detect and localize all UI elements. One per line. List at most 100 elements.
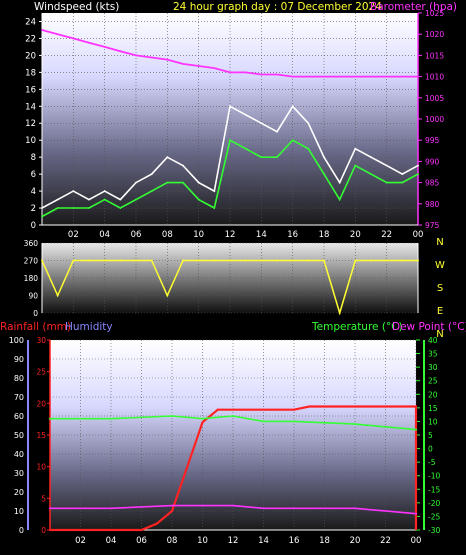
data-point bbox=[166, 58, 169, 61]
data-point bbox=[401, 259, 404, 262]
data-point bbox=[201, 417, 204, 420]
data-point bbox=[354, 75, 357, 78]
data-point bbox=[135, 259, 137, 262]
data-point bbox=[49, 529, 51, 531]
data-point bbox=[216, 408, 219, 411]
rain-tick-label: 25 bbox=[36, 368, 46, 377]
data-point bbox=[88, 198, 90, 201]
data-point bbox=[110, 417, 112, 420]
data-point bbox=[291, 139, 294, 142]
data-point bbox=[182, 259, 184, 262]
data-point bbox=[56, 294, 59, 297]
direction-tick-label: 360 bbox=[24, 239, 39, 248]
data-point bbox=[150, 190, 153, 192]
data-point bbox=[338, 312, 341, 314]
data-point bbox=[56, 33, 59, 36]
humidity-tick-label: 80 bbox=[14, 374, 24, 383]
data-point bbox=[385, 164, 388, 167]
data-point bbox=[338, 181, 341, 184]
data-point bbox=[197, 198, 200, 201]
y-tick-label-left: 8 bbox=[31, 153, 36, 163]
temp-tick-label: -25 bbox=[428, 512, 440, 521]
data-point bbox=[49, 507, 51, 510]
humidity-tick-label: 50 bbox=[14, 431, 24, 440]
rain-tick-label: 10 bbox=[36, 463, 46, 472]
data-point bbox=[385, 75, 388, 78]
data-point bbox=[41, 259, 43, 262]
data-point bbox=[213, 190, 216, 192]
data-point bbox=[415, 428, 417, 431]
data-point bbox=[354, 259, 357, 262]
data-point bbox=[229, 71, 231, 74]
y-tick-label-right: 1025 bbox=[425, 9, 444, 18]
humidity-tick-label: 0 bbox=[19, 526, 24, 535]
data-point bbox=[276, 156, 278, 159]
data-point bbox=[291, 75, 294, 78]
y-tick-label-left: 0 bbox=[31, 221, 36, 231]
data-point bbox=[338, 198, 341, 201]
x-tick-label: 02 bbox=[68, 230, 79, 240]
data-point bbox=[88, 207, 90, 209]
data-point bbox=[201, 421, 204, 424]
windspeed-axis-label: Windspeed (kts) bbox=[34, 1, 119, 13]
rain-tick-label: 30 bbox=[36, 336, 46, 345]
data-point bbox=[213, 67, 216, 70]
temp-tick-label: -10 bbox=[428, 472, 440, 481]
data-point bbox=[276, 73, 278, 76]
data-point bbox=[135, 181, 137, 184]
data-point bbox=[103, 190, 106, 192]
compass-label: N bbox=[436, 237, 443, 248]
direction-tick-label: 90 bbox=[28, 292, 38, 301]
y-tick-label-right: 975 bbox=[425, 221, 440, 230]
y-tick-label-left: 16 bbox=[25, 85, 36, 95]
data-point bbox=[338, 75, 341, 78]
data-point bbox=[323, 259, 325, 262]
x-tick-label: 16 bbox=[287, 230, 298, 240]
data-point bbox=[186, 465, 189, 468]
data-point bbox=[201, 504, 204, 507]
data-point bbox=[262, 420, 265, 423]
data-point bbox=[119, 207, 122, 209]
temp-tick-label: -20 bbox=[428, 499, 440, 508]
y-tick-label-right: 1015 bbox=[425, 51, 444, 60]
data-point bbox=[72, 207, 75, 209]
data-point bbox=[370, 259, 372, 262]
y-tick-label-left: 10 bbox=[25, 136, 36, 146]
data-point bbox=[291, 105, 294, 108]
data-point bbox=[307, 259, 310, 262]
data-point bbox=[49, 417, 51, 420]
data-point bbox=[293, 420, 295, 423]
data-point bbox=[166, 181, 169, 184]
data-point bbox=[41, 207, 43, 209]
data-point bbox=[293, 408, 295, 411]
temp-tick-label: -5 bbox=[428, 458, 436, 467]
humidity-tick-label: 20 bbox=[14, 488, 24, 497]
humidity-tick-label: 100 bbox=[9, 336, 24, 345]
data-point bbox=[307, 147, 310, 150]
temp-tick-label: 35 bbox=[428, 350, 438, 359]
humidity-tick-label: 30 bbox=[14, 469, 24, 478]
data-point bbox=[307, 75, 310, 78]
rainfall-axis-label: Rainfall (mm) bbox=[0, 321, 71, 333]
x-tick-label: 10 bbox=[193, 230, 204, 240]
data-point bbox=[150, 56, 153, 59]
x-tick-label: 20 bbox=[350, 536, 361, 546]
y-tick-label-left: 24 bbox=[25, 17, 36, 27]
data-point bbox=[244, 259, 247, 262]
compass-label: S bbox=[437, 283, 443, 294]
x-tick-label: 18 bbox=[319, 230, 330, 240]
data-point bbox=[232, 415, 234, 417]
data-point bbox=[72, 190, 75, 192]
data-point bbox=[401, 173, 404, 176]
temp-tick-label: 25 bbox=[428, 377, 438, 386]
data-point bbox=[417, 75, 419, 78]
data-point bbox=[150, 259, 153, 262]
rain-tick-label: 0 bbox=[41, 526, 46, 535]
data-point bbox=[385, 181, 388, 184]
x-tick-label: 00 bbox=[413, 230, 424, 240]
temp-tick-label: 10 bbox=[428, 417, 438, 426]
data-point bbox=[213, 207, 216, 209]
wind-direction-plot-area bbox=[42, 243, 418, 313]
x-tick-label: 06 bbox=[136, 536, 147, 546]
humidity-tick-label: 60 bbox=[14, 412, 24, 421]
